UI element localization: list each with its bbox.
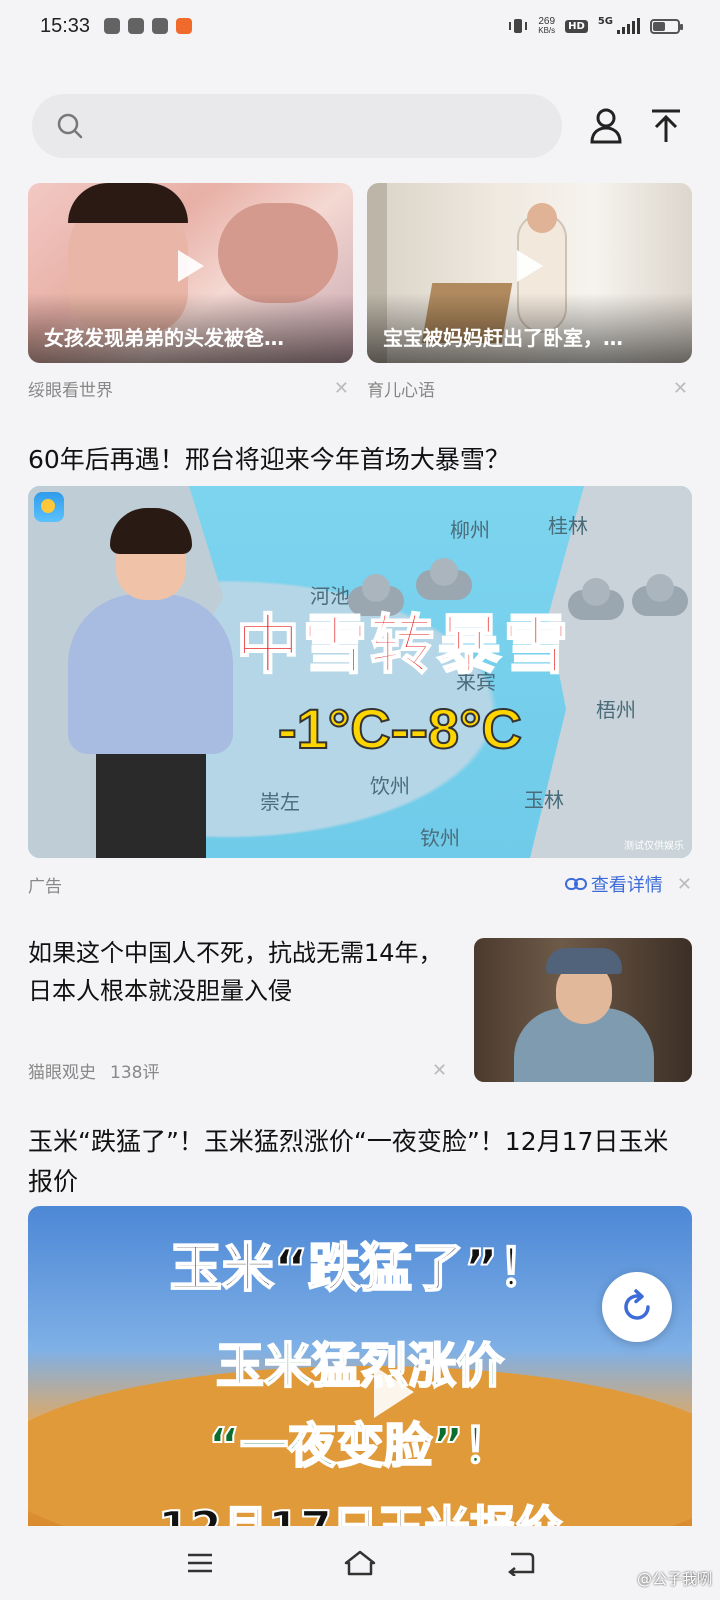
menu-icon	[188, 1553, 212, 1573]
video-text-line: 玉米猛烈涨价	[215, 1337, 505, 1395]
video-card[interactable]: 宝宝被妈妈赶出了卧室，… 育儿心语 ✕	[367, 183, 692, 413]
presenter-figure	[68, 508, 233, 858]
map-label: 柳州	[450, 518, 490, 542]
navigation-bar	[0, 1526, 720, 1600]
refresh-icon	[624, 1289, 650, 1320]
status-time: 15:33	[40, 14, 91, 37]
home-button[interactable]	[332, 1535, 388, 1591]
user-icon	[590, 108, 622, 144]
scroll-top-icon	[652, 109, 680, 142]
snow-cloud-icon	[568, 578, 624, 620]
ad-label: 广告	[28, 876, 62, 897]
close-icon[interactable]: ✕	[677, 874, 692, 895]
app-notification-icon	[152, 18, 169, 34]
battery-icon	[650, 18, 683, 34]
user-button[interactable]	[584, 104, 628, 148]
article-source: 猫眼观史	[28, 1063, 96, 1083]
map-label: 饮州	[370, 774, 410, 798]
close-icon[interactable]: ✕	[334, 378, 349, 399]
ad-detail-link[interactable]: 查看详情	[564, 871, 663, 897]
play-icon	[516, 249, 543, 282]
link-icon	[564, 878, 587, 890]
status-right: 269 KB/s HD 5G	[508, 15, 683, 36]
article-comments: 138评	[110, 1063, 160, 1083]
ad-meta: 广告 查看详情 ✕	[28, 858, 692, 910]
video-text-line: “一夜变脸”！	[207, 1417, 512, 1475]
video-article-title[interactable]: 玉米“跌猛了”！玉米猛烈涨价“一夜变脸”！12月17日玉米报价	[28, 1122, 692, 1202]
app-notification-icon	[176, 18, 193, 34]
video-text-line: 12月17日玉米报价	[28, 1492, 692, 1526]
video-text-line: 玉米“跌猛了”！	[169, 1238, 551, 1300]
back-icon	[507, 1552, 535, 1576]
map-label: 钦州	[420, 826, 460, 850]
video-source: 绥眼看世界	[28, 380, 113, 401]
map-label: 崇左	[260, 790, 300, 814]
signal-icon	[617, 18, 640, 34]
news-article[interactable]: 如果这个中国人不死，抗战无需14年，日本人根本就没胆量入侵 猫眼观史 138评 …	[28, 934, 692, 1083]
video-meta: 绥眼看世界 ✕	[28, 363, 353, 413]
corner-watermark: @公子我咧	[636, 1570, 712, 1588]
article-meta: 猫眼观史 138评	[28, 1058, 159, 1083]
map-label: 梧州	[596, 698, 636, 722]
menu-button[interactable]	[172, 1535, 228, 1591]
ad-image[interactable]: 柳州 桂林 河池 梧州 来宾 玉林 崇左 钦州 饮州 中雪转暴雪 -1°C--8…	[28, 486, 692, 858]
video-thumbnail[interactable]: 宝宝被妈妈赶出了卧室，…	[367, 183, 692, 363]
map-label: 桂林	[548, 514, 588, 538]
ad-detail-label: 查看详情	[590, 875, 663, 896]
refresh-button[interactable]	[602, 1272, 672, 1342]
close-icon[interactable]: ✕	[432, 1060, 447, 1081]
ad-watermark: 测试仅供娱乐	[624, 841, 684, 852]
video-card-row: 女孩发现弟弟的头发被爸… 绥眼看世界 ✕ 宝宝被妈妈赶出了卧室，… 育儿心语 ✕	[28, 183, 692, 413]
search-bar[interactable]	[32, 94, 562, 158]
video-title: 女孩发现弟弟的头发被爸…	[44, 326, 284, 350]
weather-app-icon	[34, 492, 64, 522]
video-card[interactable]: 女孩发现弟弟的头发被爸… 绥眼看世界 ✕	[28, 183, 353, 413]
video-title: 宝宝被妈妈赶出了卧室，…	[383, 326, 623, 350]
status-bar: 15:33 269 KB/s HD 5G	[0, 0, 720, 52]
net-speed-unit: KB/s	[538, 26, 556, 35]
snow-cloud-icon	[632, 574, 688, 616]
article-title: 如果这个中国人不死，抗战无需14年，日本人根本就没胆量入侵	[28, 939, 443, 1005]
scroll-top-button[interactable]	[644, 104, 688, 148]
notification-icons	[104, 18, 193, 34]
play-icon	[374, 1366, 414, 1418]
ad-title[interactable]: 60年后再遇！邢台将迎来今年首场大暴雪？	[28, 440, 510, 476]
vibrate-icon	[509, 19, 528, 33]
close-icon[interactable]: ✕	[673, 378, 688, 399]
app-notification-icon	[128, 18, 145, 34]
search-icon	[57, 113, 83, 139]
network-type: 5G	[597, 15, 613, 27]
video-source: 育儿心语	[367, 380, 435, 401]
net-speed: 269 KB/s	[538, 16, 556, 36]
app-notification-icon	[104, 18, 121, 34]
home-icon	[344, 1550, 376, 1576]
net-speed-value: 269	[538, 16, 556, 27]
header	[32, 94, 688, 158]
ad-headline: 中雪转暴雪	[235, 608, 571, 684]
map-label: 玉林	[524, 788, 564, 812]
video-thumbnail[interactable]: 女孩发现弟弟的头发被爸…	[28, 183, 353, 363]
video-article-thumbnail[interactable]: 玉米“跌猛了”！ 玉米猛烈涨价 “一夜变脸”！ 12月17日玉米报价	[28, 1206, 692, 1526]
back-button[interactable]	[492, 1535, 548, 1591]
hd-badge: HD	[565, 19, 588, 33]
play-icon	[177, 249, 204, 282]
video-meta: 育儿心语 ✕	[367, 363, 692, 413]
ad-temperature: -1°C--8°C	[277, 696, 523, 761]
article-thumbnail[interactable]	[474, 938, 692, 1082]
